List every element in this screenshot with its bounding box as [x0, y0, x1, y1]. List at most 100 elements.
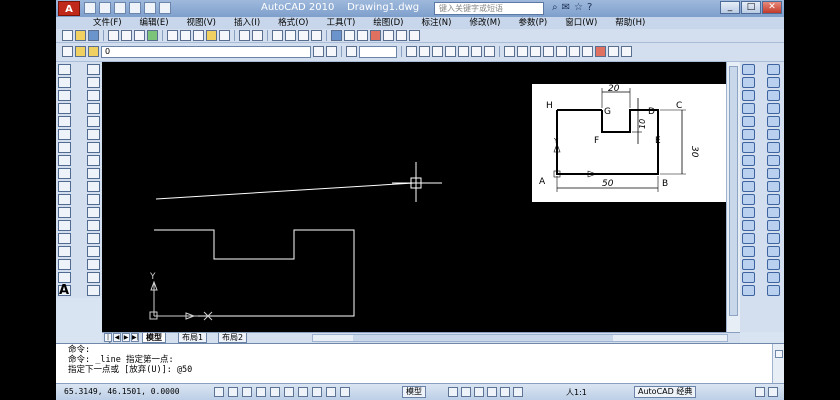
rt-tool-10-icon[interactable] — [767, 116, 780, 127]
modify-scale-icon[interactable] — [484, 46, 495, 57]
command-window[interactable]: 命令: 命令: _line 指定第一点: 指定下一点或 [放弃(U)]: @50 — [56, 343, 784, 384]
sheet-set-icon[interactable] — [370, 30, 381, 41]
menu-window[interactable]: 窗口(W) — [556, 17, 606, 29]
rectangle-icon[interactable] — [58, 116, 71, 127]
menu-draw[interactable]: 绘图(D) — [364, 17, 412, 29]
properties-icon[interactable] — [331, 30, 342, 41]
design-center-icon[interactable] — [344, 30, 355, 41]
lock-ui-icon[interactable] — [755, 387, 765, 397]
modify-copy-icon[interactable] — [419, 46, 430, 57]
rt-tool-26-icon[interactable] — [767, 220, 780, 231]
markup-icon[interactable] — [383, 30, 394, 41]
rt-tool-9-icon[interactable] — [742, 116, 755, 127]
rt-tool-36-icon[interactable] — [767, 285, 780, 296]
pan-icon[interactable] — [272, 30, 283, 41]
dynamic-input-icon[interactable] — [312, 387, 322, 397]
search-input[interactable]: 键入关键字或短语 — [434, 2, 544, 15]
model-space-button[interactable]: 模型 — [402, 386, 426, 398]
open-file-icon[interactable] — [99, 2, 111, 14]
rt-tool-13-icon[interactable] — [742, 142, 755, 153]
coordinate-readout[interactable]: 65.3149, 46.1501, 0.0000 — [64, 387, 180, 396]
circle-icon[interactable] — [58, 142, 71, 153]
rt-tool-25-icon[interactable] — [742, 220, 755, 231]
erase-icon[interactable] — [87, 77, 100, 88]
tab-layout1[interactable]: 布局1 — [178, 333, 208, 343]
open-icon[interactable] — [75, 30, 86, 41]
dim-diameter-icon[interactable] — [543, 46, 554, 57]
layer-properties-icon[interactable] — [62, 46, 73, 57]
next-tab-icon[interactable]: ▶ — [122, 333, 130, 342]
copy-object-icon[interactable] — [87, 90, 100, 101]
undo-icon[interactable] — [239, 30, 250, 41]
menu-parameters[interactable]: 参数(P) — [509, 17, 556, 29]
vertical-scroll-thumb[interactable] — [729, 66, 738, 316]
menu-insert[interactable]: 插入(I) — [225, 17, 269, 29]
maximize-button[interactable]: □ — [741, 1, 761, 14]
tool-palettes-icon[interactable] — [357, 30, 368, 41]
redo-icon[interactable] — [252, 30, 263, 41]
hatch-icon[interactable] — [87, 64, 100, 75]
rt-tool-5-icon[interactable] — [742, 90, 755, 101]
drawing-canvas[interactable]: Y Y H G D C F E A B 20 10 30 50 — [102, 62, 746, 332]
chamfer-icon[interactable] — [87, 259, 100, 270]
redo-icon[interactable] — [159, 2, 171, 14]
horizontal-scroll-thumb[interactable] — [353, 335, 613, 341]
ortho-mode-icon[interactable] — [242, 387, 252, 397]
help-icon[interactable]: ? — [587, 2, 592, 13]
block-editor-icon[interactable] — [219, 30, 230, 41]
tolerance-icon[interactable] — [621, 46, 632, 57]
menu-dimension[interactable]: 标注(N) — [412, 17, 460, 29]
match-properties-icon[interactable] — [206, 30, 217, 41]
modify-array-icon[interactable] — [458, 46, 469, 57]
polyline-icon[interactable] — [58, 90, 71, 101]
rt-tool-3-icon[interactable] — [742, 77, 755, 88]
break-at-point-icon[interactable] — [87, 220, 100, 231]
rt-tool-28-icon[interactable] — [767, 233, 780, 244]
join-icon[interactable] — [87, 246, 100, 257]
layer-previous-icon[interactable] — [326, 46, 337, 57]
dynamic-ucs-icon[interactable] — [298, 387, 308, 397]
showmotion-icon[interactable] — [513, 387, 523, 397]
pan-status-icon[interactable] — [474, 387, 484, 397]
new-file-icon[interactable] — [84, 2, 96, 14]
make-block-icon[interactable] — [58, 220, 71, 231]
zoom-realtime-icon[interactable] — [285, 30, 296, 41]
stretch-icon[interactable] — [87, 181, 100, 192]
tab-model[interactable]: 模型 — [142, 333, 166, 343]
break-icon[interactable] — [87, 233, 100, 244]
modify-rotate-icon[interactable] — [471, 46, 482, 57]
rt-tool-21-icon[interactable] — [742, 194, 755, 205]
minimize-button[interactable]: _ — [720, 1, 740, 14]
dim-style-icon[interactable] — [595, 46, 606, 57]
quick-view-layouts-icon[interactable] — [448, 387, 458, 397]
menu-tools[interactable]: 工具(T) — [317, 17, 364, 29]
grid-display-icon[interactable] — [228, 387, 238, 397]
modify-mirror-icon[interactable] — [432, 46, 443, 57]
command-input[interactable]: 指定下一点或 [放弃(U)]: @50 — [68, 365, 784, 375]
insert-block-icon[interactable] — [58, 207, 71, 218]
annotation-scale[interactable]: 人1:1 — [566, 387, 587, 398]
object-snap-tracking-icon[interactable] — [284, 387, 294, 397]
favorites-icon[interactable]: ☆ — [574, 2, 583, 13]
rt-tool-2-icon[interactable] — [767, 64, 780, 75]
color-icon[interactable] — [346, 46, 357, 57]
construction-line-icon[interactable] — [58, 77, 71, 88]
rt-tool-8-icon[interactable] — [767, 103, 780, 114]
polygon-icon[interactable] — [58, 103, 71, 114]
move-icon[interactable] — [87, 142, 100, 153]
workspace-switch[interactable]: AutoCAD 经典 — [634, 386, 697, 398]
layer-combo[interactable]: 0 — [101, 46, 311, 58]
array-icon[interactable] — [87, 129, 100, 140]
make-current-icon[interactable] — [313, 46, 324, 57]
plot-icon[interactable] — [108, 30, 119, 41]
help-icon[interactable] — [409, 30, 420, 41]
color-combo[interactable] — [359, 46, 397, 58]
rt-tool-17-icon[interactable] — [742, 168, 755, 179]
dim-angular-icon[interactable] — [556, 46, 567, 57]
cut-icon[interactable] — [167, 30, 178, 41]
save-icon[interactable] — [114, 2, 126, 14]
steeringwheel-icon[interactable] — [500, 387, 510, 397]
rt-tool-12-icon[interactable] — [767, 129, 780, 140]
multileader-icon[interactable] — [608, 46, 619, 57]
rt-tool-18-icon[interactable] — [767, 168, 780, 179]
